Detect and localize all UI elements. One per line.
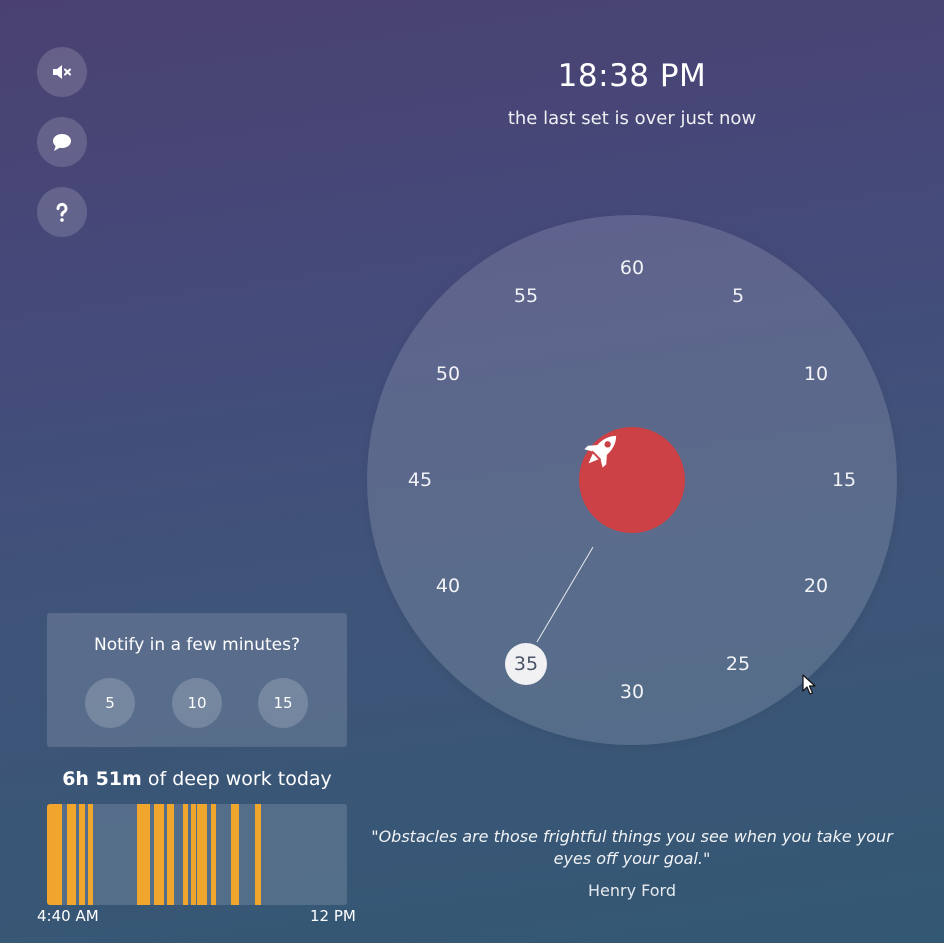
notify-10-button[interactable]: 10 (172, 678, 222, 728)
dial-number-20[interactable]: 20 (794, 574, 838, 598)
chat-button[interactable] (37, 117, 87, 167)
timeline-segment (137, 804, 150, 905)
deep-work-summary: 6h 51m of deep work today (47, 768, 347, 790)
help-button[interactable] (37, 187, 87, 237)
dial-number-45[interactable]: 45 (398, 468, 442, 492)
timeline-segment (88, 804, 93, 905)
timeline-segment (231, 804, 239, 905)
chat-icon (53, 134, 71, 151)
mute-button[interactable] (37, 47, 87, 97)
dial-number-30[interactable]: 30 (610, 680, 654, 704)
dial-number-25[interactable]: 25 (716, 652, 760, 676)
timeline-segment (154, 804, 164, 905)
quote-author: Henry Ford (587, 881, 677, 900)
app-page: { "sidebar": { "buttons": [ {"icon": "mu… (0, 0, 944, 943)
dial-number-60[interactable]: 60 (610, 256, 654, 280)
dial-number-5[interactable]: 5 (716, 284, 760, 308)
help-icon (56, 202, 68, 222)
dial-number-15[interactable]: 15 (822, 468, 866, 492)
timeline-segment (211, 804, 216, 905)
quote-text: "Obstacles are those frightful things yo… (371, 827, 893, 868)
timeline-start-label: 4:40 AM (37, 907, 99, 925)
rocket-icon (584, 435, 617, 468)
dial-number-50[interactable]: 50 (426, 362, 470, 386)
timeline-segment (67, 804, 76, 905)
deep-work-timeline (47, 804, 347, 905)
timeline-segment (79, 804, 85, 905)
timeline-segment (47, 804, 62, 905)
dial-number-35-selected[interactable]: 35 (505, 643, 547, 685)
start-button[interactable] (579, 427, 685, 533)
notify-title: Notify in a few minutes? (94, 635, 300, 655)
timeline-segment (191, 804, 196, 905)
clock-status: the last set is over just now (507, 108, 757, 129)
deep-work-duration: 6h 51m (62, 768, 142, 790)
dial-number-55[interactable]: 55 (504, 284, 548, 308)
dial-number-10[interactable]: 10 (794, 362, 838, 386)
mute-icon (53, 65, 71, 79)
notify-card: Notify in a few minutes? 5 10 15 (47, 613, 347, 747)
notify-15-button[interactable]: 15 (258, 678, 308, 728)
timer-dial[interactable]: 60 5 10 15 20 25 30 35 40 45 50 55 (367, 215, 897, 745)
notify-5-button[interactable]: 5 (85, 678, 135, 728)
mouse-cursor-icon (802, 674, 816, 695)
clock-time: 18:38 PM (557, 58, 707, 94)
timeline-segment (167, 804, 174, 905)
deep-work-suffix: of deep work today (141, 768, 332, 790)
timeline-end-label: 12 PM (310, 907, 356, 925)
timeline-segment (255, 804, 261, 905)
dial-number-40[interactable]: 40 (426, 574, 470, 598)
timeline-segment (183, 804, 188, 905)
timeline-segment (202, 804, 207, 905)
